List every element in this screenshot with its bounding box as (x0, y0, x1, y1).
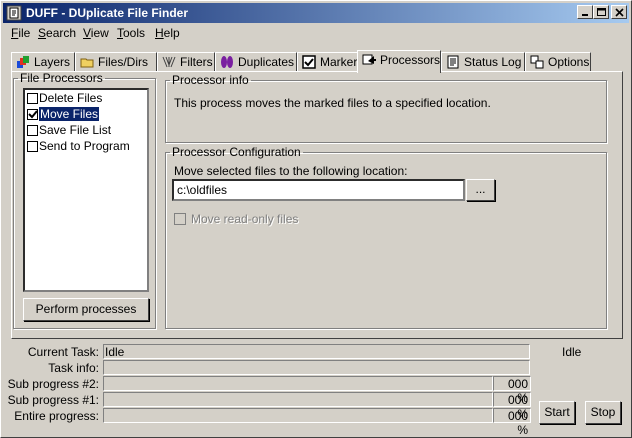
send-to-program-checkbox[interactable] (27, 141, 38, 152)
current-task-side: Idle (562, 345, 582, 359)
tab-processors[interactable]: Processors (357, 50, 441, 73)
sub-progress-2-row: Sub progress #2: 000 % (1, 376, 601, 405)
menu-view[interactable]: View (83, 26, 109, 40)
processors-icon (362, 54, 376, 65)
maximize-icon (597, 8, 606, 16)
current-task-row: Current Task: Idle Idle (1, 344, 601, 360)
menu-file[interactable]: File (11, 26, 30, 40)
current-task-label: Current Task: (27, 345, 99, 359)
layers-icon (17, 56, 29, 68)
tab-filters[interactable]: Filters (157, 52, 215, 72)
list-item-save-file-list[interactable]: Save File List (25, 123, 147, 138)
tab-options[interactable]: Options (525, 52, 591, 72)
tab-duplicates[interactable]: Duplicates (215, 52, 297, 72)
duplicates-icon (221, 56, 233, 68)
processor-info-legend: Processor info (172, 73, 249, 87)
sub-progress-1-bar (103, 392, 493, 407)
tab-status-log[interactable]: Status Log (441, 52, 525, 72)
sub-progress-2-percent: 000 % (493, 376, 531, 405)
file-processors-legend: File Processors (20, 71, 103, 85)
list-item-send-to-program[interactable]: Send to Program (25, 139, 147, 154)
sub-progress-1-row: Sub progress #1: 000 % (1, 392, 601, 421)
entire-progress-percent: 000 % (493, 408, 531, 437)
move-files-checkbox[interactable] (27, 109, 38, 120)
processor-config-legend: Processor Configuration (172, 145, 301, 159)
save-file-list-checkbox[interactable] (27, 125, 38, 136)
list-item-move-files[interactable]: Move Files (25, 107, 147, 122)
menu-bar: File Search View Tools Help (3, 23, 629, 42)
app-icon (6, 5, 22, 21)
menu-tools[interactable]: Tools (117, 26, 145, 40)
entire-progress-row: Entire progress: 000 % (1, 408, 601, 437)
sub-progress-1-percent: 000 % (493, 392, 531, 421)
task-info-row: Task info: (1, 360, 601, 376)
browse-button[interactable]: ... (466, 179, 495, 201)
checkbox-icon (302, 55, 316, 69)
close-button[interactable] (611, 5, 627, 19)
stop-button[interactable]: Stop (585, 401, 621, 424)
menu-search[interactable]: Search (38, 26, 76, 40)
entire-progress-bar (103, 408, 493, 423)
log-icon (447, 55, 459, 69)
sub-progress-1-label: Sub progress #1: (7, 393, 99, 407)
sub-progress-2-bar (103, 376, 493, 391)
check-icon (28, 110, 38, 119)
tab-layers[interactable]: Layers (11, 52, 75, 72)
close-icon (615, 8, 624, 17)
tab-strip: Layers Files/Dirs Filters Duplicates Mar… (11, 50, 623, 73)
window-title: DUFF - DUplicate File Finder (26, 6, 189, 20)
current-task-value: Idle (103, 344, 530, 359)
filter-icon (162, 56, 176, 68)
processor-info-text: This process moves the marked files to a… (174, 96, 491, 110)
sub-progress-2-label: Sub progress #2: (7, 377, 99, 391)
move-readonly-label: Move read-only files (191, 212, 299, 226)
perform-processes-button[interactable]: Perform processes (23, 298, 149, 321)
options-icon (530, 55, 544, 69)
entire-progress-label: Entire progress: (14, 409, 99, 423)
list-item-delete-files[interactable]: Delete Files (25, 91, 147, 106)
duff-window: DUFF - DUplicate File Finder File Search… (0, 0, 632, 438)
tab-files-dirs[interactable]: Files/Dirs (75, 52, 157, 72)
minimize-icon (582, 14, 588, 16)
task-info-value (103, 360, 530, 375)
move-readonly-checkbox[interactable] (174, 213, 186, 225)
task-info-label: Task info: (48, 361, 99, 375)
delete-files-checkbox[interactable] (27, 93, 38, 104)
maximize-button[interactable] (593, 5, 609, 19)
minimize-button[interactable] (577, 5, 593, 19)
menu-help[interactable]: Help (155, 26, 180, 40)
location-input[interactable]: c:\oldfiles (172, 179, 465, 201)
location-label: Move selected files to the following loc… (174, 164, 408, 178)
start-button[interactable]: Start (539, 401, 575, 424)
folder-icon (80, 58, 94, 68)
processor-list[interactable]: Delete Files Move Files Save File List S… (23, 88, 149, 292)
title-bar[interactable]: DUFF - DUplicate File Finder (3, 3, 629, 23)
